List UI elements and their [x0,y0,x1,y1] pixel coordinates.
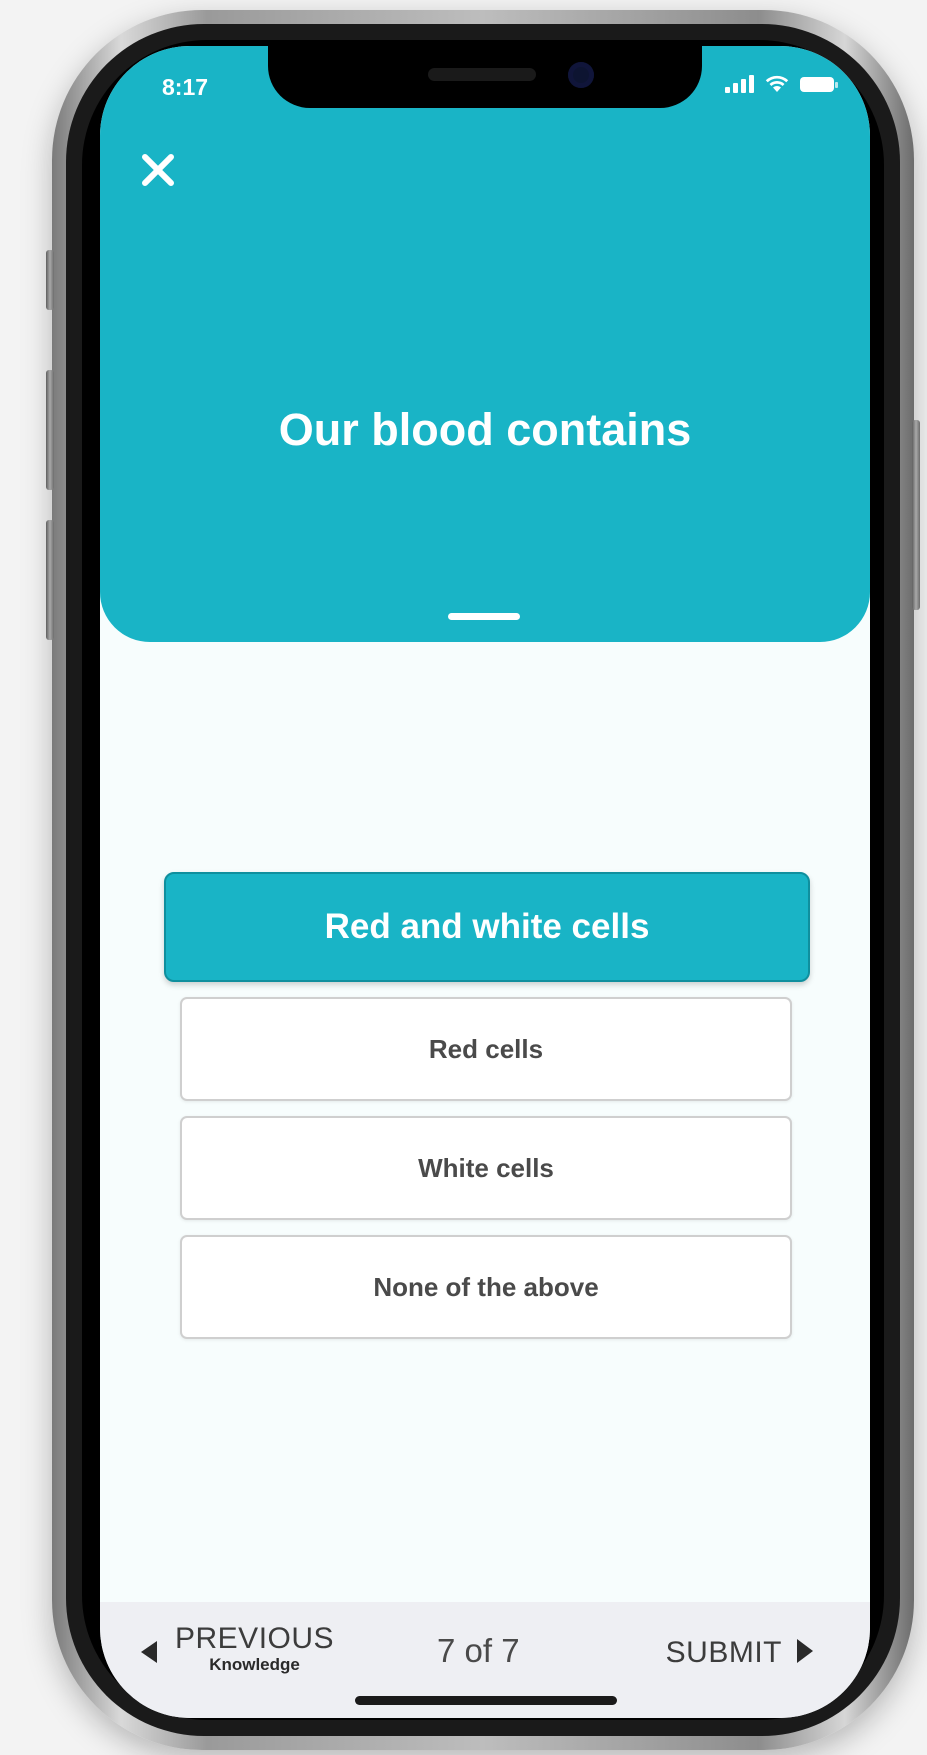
question-header: 8:17 Our blood contains [100,46,870,642]
wifi-icon [764,74,790,93]
answer-option-selected[interactable]: Red and white cells [164,872,810,982]
answer-option[interactable]: None of the above [180,1235,792,1339]
arrow-right-icon [796,1638,814,1669]
submit-button[interactable]: SUBMIT [666,1636,814,1670]
page-indicator: 7 of 7 [437,1632,520,1669]
status-time: 8:17 [162,74,209,100]
arrow-left-icon [140,1640,158,1669]
notch [268,46,702,108]
speaker-grille [428,68,536,81]
previous-label: PREVIOUS [175,1622,335,1655]
power-button [912,420,920,610]
previous-text: PREVIOUS Knowledge [175,1622,334,1674]
volume-down-button [46,370,54,490]
battery-icon [800,77,838,92]
close-icon[interactable] [140,152,176,188]
submit-label: SUBMIT [665,1636,782,1669]
home-indicator[interactable] [355,1696,617,1705]
front-camera [568,62,594,88]
mute-button [46,520,54,640]
volume-up-button [46,250,54,310]
answer-option[interactable]: White cells [180,1116,792,1220]
answer-option[interactable]: Red cells [180,997,792,1101]
signal-icon [725,75,754,93]
drag-handle[interactable] [448,613,520,620]
question-title: Our blood contains [278,404,692,455]
status-icons [725,74,838,93]
app-screen: 8:17 Our blood contains Red and white ce… [100,46,870,1718]
previous-section-label: Knowledge [209,1655,300,1674]
previous-button[interactable]: PREVIOUS Knowledge [140,1622,334,1674]
